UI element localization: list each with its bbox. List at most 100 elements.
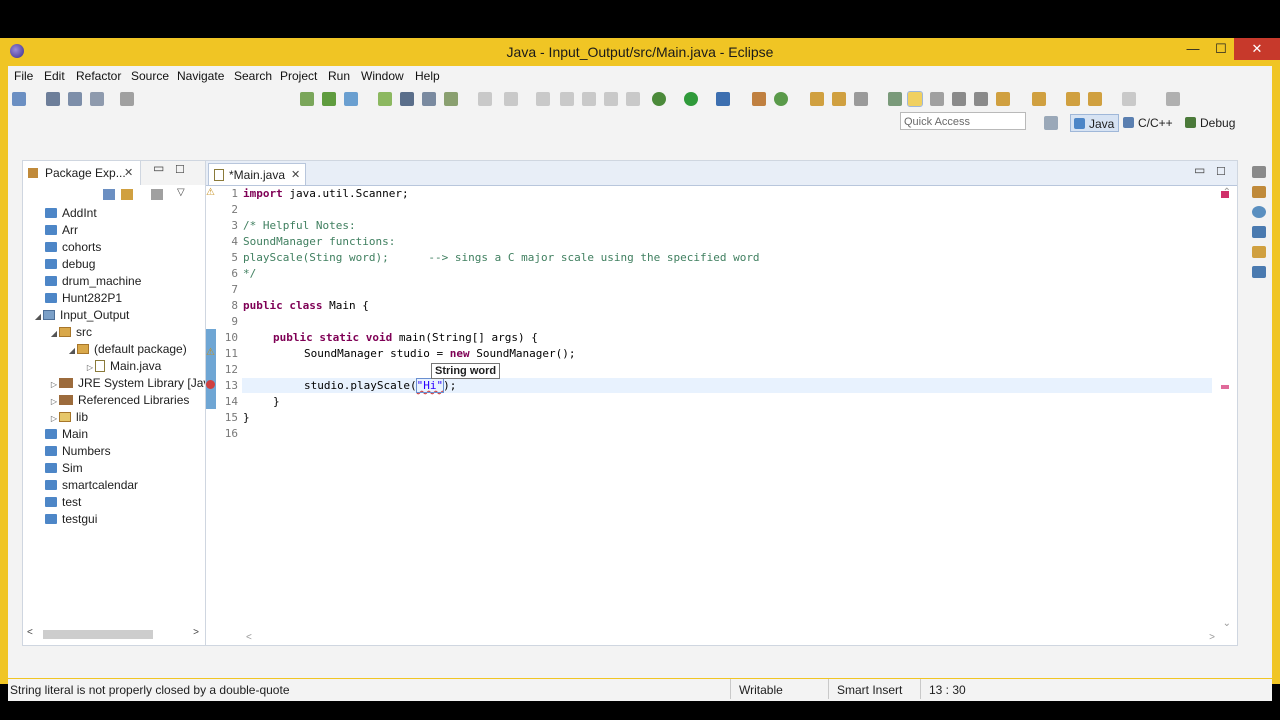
new-wizard-icon[interactable] — [378, 92, 392, 106]
debug-icon[interactable] — [652, 92, 666, 106]
string-literal[interactable]: "Hi" — [415, 378, 445, 393]
overview-ruler[interactable] — [1221, 185, 1233, 625]
tree-item-libraries[interactable]: ▷ Referenced Libraries — [49, 392, 189, 409]
new-icon[interactable] — [12, 92, 26, 106]
search-icon[interactable] — [854, 92, 868, 106]
scroll-left-icon[interactable]: < — [246, 632, 252, 643]
new-class-icon[interactable] — [774, 92, 788, 106]
menu-window[interactable]: Window — [361, 69, 404, 83]
collapsed-arrow-icon[interactable]: ▷ — [49, 410, 59, 427]
tree-item-project[interactable]: smartcalendar — [45, 477, 138, 494]
scroll-right-icon[interactable]: > — [1209, 632, 1215, 643]
minimize-view-icon[interactable]: ▭ — [153, 161, 164, 175]
perspective-debug[interactable]: Debug — [1182, 114, 1239, 132]
menu-run[interactable]: Run — [328, 69, 350, 83]
expanded-arrow-icon[interactable]: ◢ — [49, 325, 59, 342]
run-icon[interactable] — [684, 92, 698, 106]
collapsed-arrow-icon[interactable]: ▷ — [49, 376, 59, 393]
collapse-all-icon[interactable] — [103, 189, 115, 200]
menu-help[interactable]: Help — [415, 69, 440, 83]
focus-task-icon[interactable] — [151, 189, 163, 200]
status-insert-mode[interactable]: Smart Insert — [837, 683, 902, 697]
declaration-icon[interactable] — [1252, 226, 1266, 238]
scroll-right-icon[interactable]: > — [193, 627, 199, 638]
show-whitespace-icon[interactable] — [930, 92, 944, 106]
error-icon[interactable] — [206, 380, 215, 389]
save-icon[interactable] — [46, 92, 60, 106]
link-editor-icon[interactable] — [121, 189, 133, 200]
menu-search[interactable]: Search — [234, 69, 272, 83]
scroll-up-icon[interactable]: ⌃ — [1223, 187, 1231, 198]
open-task-icon[interactable] — [832, 92, 846, 106]
back-icon[interactable] — [1088, 92, 1102, 106]
menu-project[interactable]: Project — [280, 69, 317, 83]
package-explorer-tab[interactable]: Package Exp... ✕ — [23, 161, 141, 185]
scroll-left-icon[interactable]: < — [27, 627, 33, 638]
pin-editor-icon[interactable] — [1166, 92, 1180, 106]
save-all-icon[interactable] — [68, 92, 82, 106]
collapsed-arrow-icon[interactable]: ▷ — [85, 359, 95, 376]
horizontal-scrollbar[interactable]: < > — [25, 627, 201, 641]
tree-item-project[interactable]: Arr — [45, 222, 78, 239]
close-tab-icon[interactable]: ✕ — [291, 164, 300, 186]
tree-item-project[interactable]: debug — [45, 256, 95, 273]
problems-icon[interactable] — [1252, 246, 1266, 258]
last-edit-icon[interactable] — [1066, 92, 1080, 106]
scroll-thumb[interactable] — [43, 630, 153, 639]
close-tab-icon[interactable]: ✕ — [124, 161, 133, 185]
console-icon[interactable] — [1252, 266, 1266, 278]
minimize-editor-icon[interactable]: ▭ — [1194, 163, 1205, 177]
minimize-button[interactable]: — — [1178, 38, 1208, 60]
maximize-button[interactable]: ☐ — [1206, 38, 1236, 60]
perspective-cpp[interactable]: C/C++ — [1120, 114, 1177, 132]
view-menu-icon[interactable]: ▽ — [177, 187, 185, 198]
tree-item-package[interactable]: ◢ (default package) — [67, 341, 187, 358]
editor-tab-main[interactable]: *Main.java ✕ — [208, 163, 306, 185]
perspective-java[interactable]: Java — [1070, 114, 1120, 132]
annotation-icon[interactable] — [888, 92, 902, 106]
tree-item-lib[interactable]: ▷ lib — [49, 409, 88, 426]
javadoc-icon[interactable] — [1252, 206, 1266, 218]
print-icon[interactable] — [90, 92, 104, 106]
binary-icon[interactable] — [120, 92, 134, 106]
next-annotation-icon[interactable] — [996, 92, 1010, 106]
error-marker[interactable] — [1221, 385, 1229, 389]
restore-icon[interactable] — [1252, 166, 1266, 178]
open-perspective-icon[interactable] — [1044, 116, 1058, 130]
external-tools-icon[interactable] — [752, 92, 766, 106]
refactor-icon[interactable] — [444, 92, 458, 106]
hierarchy-icon[interactable] — [1252, 186, 1266, 198]
menu-navigate[interactable]: Navigate — [177, 69, 224, 83]
expanded-arrow-icon[interactable]: ◢ — [33, 308, 43, 325]
expanded-arrow-icon[interactable]: ◢ — [67, 342, 77, 359]
maximize-editor-icon[interactable]: ☐ — [1216, 165, 1226, 178]
tree-item-project[interactable]: Sim — [45, 460, 83, 477]
prev-annotation-icon[interactable] — [1032, 92, 1046, 106]
tree-item-project[interactable]: Main — [45, 426, 88, 443]
menu-source[interactable]: Source — [131, 69, 169, 83]
menu-refactor[interactable]: Refactor — [76, 69, 121, 83]
tools-icon[interactable] — [400, 92, 414, 106]
database-icon[interactable] — [322, 92, 336, 106]
tree-item-project[interactable]: testgui — [45, 511, 97, 528]
tree-item-file[interactable]: ▷ Main.java — [85, 358, 161, 375]
highlight-icon[interactable] — [907, 91, 923, 107]
tree-item-project[interactable]: Numbers — [45, 443, 111, 460]
tree-item-src[interactable]: ◢ src — [49, 324, 92, 341]
pilcrow-icon[interactable] — [974, 92, 988, 106]
menu-edit[interactable]: Edit — [44, 69, 65, 83]
tasks-icon[interactable] — [422, 92, 436, 106]
tree-item-project[interactable]: test — [45, 494, 81, 511]
warning-icon[interactable]: ⚠ — [206, 187, 215, 198]
tree-item-project[interactable]: AddInt — [45, 205, 97, 222]
block-select-icon[interactable] — [952, 92, 966, 106]
collapsed-arrow-icon[interactable]: ▷ — [49, 393, 59, 410]
scroll-down-icon[interactable]: ⌄ — [1223, 618, 1231, 629]
open-type-icon[interactable] — [810, 92, 824, 106]
checkbox-icon[interactable] — [344, 92, 358, 106]
coverage-icon[interactable] — [716, 92, 730, 106]
tree-item-project[interactable]: drum_machine — [45, 273, 141, 290]
quick-access-input[interactable]: Quick Access — [900, 112, 1026, 130]
tree-item-project-expanded[interactable]: ◢ Input_Output — [33, 307, 129, 324]
maximize-view-icon[interactable]: ☐ — [175, 163, 185, 176]
